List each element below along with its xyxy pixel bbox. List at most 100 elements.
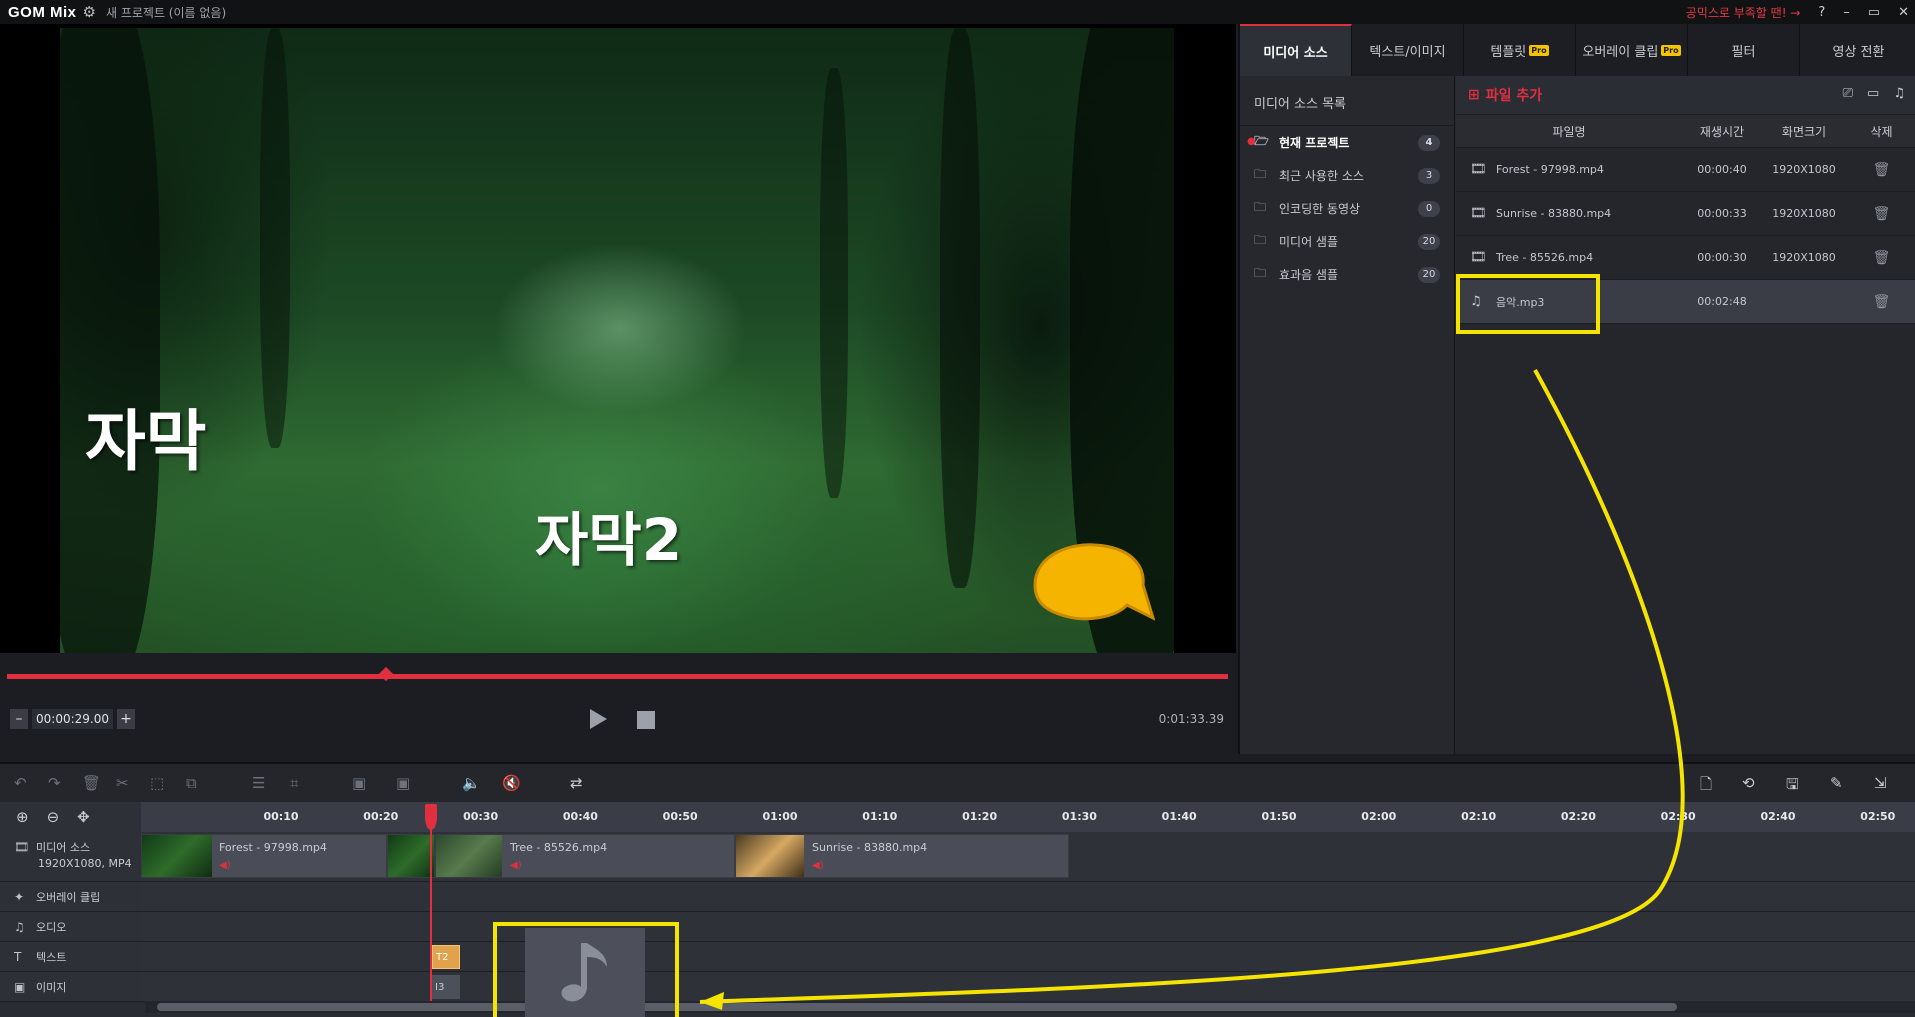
add-screen-icon[interactable]: ▭ <box>1867 86 1879 101</box>
export-icon[interactable]: ⇲ <box>1874 774 1887 792</box>
gear-icon[interactable]: ⚙ <box>83 3 96 21</box>
trash-icon[interactable]: 🗑 <box>1873 162 1891 178</box>
redo-icon[interactable]: ↷ <box>48 774 61 792</box>
play-icon[interactable] <box>588 708 608 730</box>
stop-icon[interactable] <box>637 711 655 729</box>
restore-button[interactable]: ▭ <box>1868 5 1880 20</box>
source-item-current-project[interactable]: ● 🗁 현재 프로젝트 4 <box>1240 126 1454 159</box>
ruler-tick-label: 01:30 <box>1061 810 1097 823</box>
save-project-icon[interactable]: 🖫 <box>1786 774 1799 799</box>
add-audio-icon[interactable]: ♫ <box>1893 86 1905 101</box>
ruler-tick-label: 01:40 <box>1161 810 1197 823</box>
ruler-tick-label: 00:20 <box>363 810 399 823</box>
file-row[interactable]: 🎞 Forest - 97998.mp4 00:00:40 1920X1080 🗑 <box>1456 148 1915 192</box>
track-lane-media[interactable]: Forest - 97998.mp4 ◀) Tree - 85526.mp4 ◀… <box>141 832 1915 882</box>
col-size[interactable]: 화면크기 <box>1762 123 1846 140</box>
clip-forest-split[interactable] <box>387 834 435 878</box>
clip-forest[interactable]: Forest - 97998.mp4 ◀) <box>141 834 387 878</box>
tab-template[interactable]: 템플릿 Pro <box>1464 24 1576 76</box>
delete-icon[interactable]: 🗑 <box>82 774 101 792</box>
minimize-button[interactable]: – <box>1843 5 1850 20</box>
edit-project-icon[interactable]: ✎ <box>1830 774 1843 792</box>
file-list-pane: ⊞ 파일 추가 ⎚ ▭ ♫ 파일명 재생시간 화면크기 삭제 🎞 Forest -… <box>1456 76 1915 754</box>
text-clip[interactable]: T2 <box>432 945 460 969</box>
source-item-encoded[interactable]: 🗀 인코딩한 동영상 0 <box>1240 192 1454 225</box>
track-header-image: ▣ 이미지 <box>0 972 141 1002</box>
media-source-list-title: 미디어 소스 목록 <box>1240 76 1454 126</box>
undo-icon[interactable]: ↶ <box>14 774 27 792</box>
speech-bubble-image[interactable] <box>1025 540 1155 630</box>
volume-icon[interactable]: 🔈 <box>462 774 481 792</box>
open-project-icon[interactable]: ⟲ <box>1742 774 1755 792</box>
crop-icon[interactable]: ⌗ <box>290 774 298 792</box>
cut-icon[interactable]: ✂ <box>116 774 129 792</box>
file-toolbar: ⊞ 파일 추가 ⎚ ▭ ♫ <box>1456 76 1915 114</box>
timeline: ⊕ ⊖ ✥ 00:10 00:20 00:30 00:40 00:50 01:00 01:1… <box>0 802 1915 1017</box>
tab-media-source[interactable]: 미디어 소스 <box>1240 24 1352 76</box>
image-clip[interactable]: I3 <box>432 975 460 999</box>
fit-icon[interactable]: ✥ <box>77 808 90 826</box>
promo-link[interactable]: 공믹스로 부족할 땐! → <box>1686 4 1801 21</box>
image-fill-icon[interactable]: ▣ <box>396 774 410 792</box>
highlight-drop-target <box>493 922 679 1017</box>
tab-transition[interactable]: 영상 전환 <box>1800 24 1915 76</box>
track-lane-text[interactable]: T2 <box>141 942 1915 972</box>
col-filename[interactable]: 파일명 <box>1456 123 1682 140</box>
clip-tree[interactable]: Tree - 85526.mp4 ◀) <box>435 834 735 878</box>
track-lane-audio[interactable] <box>141 912 1915 942</box>
tab-text-image[interactable]: 텍스트/이미지 <box>1352 24 1464 76</box>
trash-icon[interactable]: 🗑 <box>1873 294 1891 310</box>
pro-badge: Pro <box>1661 44 1681 56</box>
timecode-plus-button[interactable]: + <box>116 709 135 729</box>
clip-sunrise[interactable]: Sunrise - 83880.mp4 ◀) <box>735 834 1069 878</box>
select-range-icon[interactable]: ⬚ <box>150 774 164 792</box>
project-title: 새 프로젝트 (이름 없음) <box>105 5 227 20</box>
ruler-tick-label: 00:40 <box>562 810 598 823</box>
zoom-out-icon[interactable]: ⊖ <box>47 808 60 826</box>
timecode-minus-button[interactable]: – <box>10 709 28 729</box>
mute-icon[interactable]: 🔇 <box>502 774 521 792</box>
col-duration[interactable]: 재생시간 <box>1682 123 1762 140</box>
screen-capture-icon[interactable]: ⇄ <box>570 774 583 792</box>
source-item-recent[interactable]: 🗀 최근 사용한 소스 3 <box>1240 159 1454 192</box>
track-header-text: T 텍스트 <box>0 942 141 972</box>
track-lane-image[interactable]: I3 <box>141 972 1915 1002</box>
ruler-tick-label: 01:10 <box>862 810 898 823</box>
time-ruler[interactable]: 00:10 00:20 00:30 00:40 00:50 01:00 01:10 01:20… <box>141 802 1915 832</box>
trash-icon[interactable]: 🗑 <box>1873 250 1891 266</box>
close-button[interactable]: ✕ <box>1898 5 1909 20</box>
clip-thumbnail <box>388 835 434 877</box>
file-row[interactable]: 🎞 Sunrise - 83880.mp4 00:00:33 1920X1080 … <box>1456 192 1915 236</box>
app-logo: GOM Mix <box>8 3 77 21</box>
zoom-in-icon[interactable]: ⊕ <box>16 808 29 826</box>
scroll-thumb[interactable] <box>157 1003 1677 1011</box>
source-item-media-samples[interactable]: 🗀 미디어 샘플 20 <box>1240 225 1454 258</box>
image-fit-icon[interactable]: ▣ <box>352 774 366 792</box>
source-item-sfx-samples[interactable]: 🗀 효과음 샘플 20 <box>1240 258 1454 291</box>
new-project-icon[interactable]: 🗋 <box>1700 774 1712 799</box>
add-video-icon[interactable]: ⎚ <box>1843 86 1853 101</box>
help-button[interactable]: ? <box>1818 5 1825 20</box>
timecode-value[interactable]: 00:00:29.00 <box>32 709 113 729</box>
ruler-tick-label: 01:50 <box>1261 810 1297 823</box>
track-lane-overlay[interactable] <box>141 882 1915 912</box>
tab-overlay-clip[interactable]: 오버레이 클립 Pro <box>1576 24 1688 76</box>
split-icon[interactable]: ⧉ <box>186 774 197 792</box>
preview-progress-bar[interactable] <box>7 674 1228 679</box>
clip-thumbnail <box>736 835 804 877</box>
caption-text-1[interactable]: 자막 <box>85 388 206 484</box>
trash-icon[interactable]: 🗑 <box>1873 206 1891 222</box>
timeline-scrollbar[interactable] <box>145 1001 1915 1013</box>
timecode-control: – 00:00:29.00 + <box>10 708 135 730</box>
add-file-button[interactable]: ⊞ 파일 추가 <box>1468 85 1542 105</box>
folder-icon: 🗀 <box>1254 167 1267 181</box>
caption-text-2[interactable]: 자막2 <box>535 493 682 577</box>
playhead-line[interactable] <box>430 806 432 1006</box>
folder-open-icon: 🗁 <box>1254 134 1269 148</box>
count-badge: 4 <box>1418 134 1440 151</box>
tab-filter[interactable]: 필터 <box>1688 24 1800 76</box>
playhead-handle[interactable] <box>425 804 437 830</box>
ruler-tick-label: 02:00 <box>1361 810 1397 823</box>
adjust-icon[interactable]: ☰ <box>252 774 265 792</box>
track-header-overlay: ✦ 오버레이 클립 <box>0 882 141 912</box>
